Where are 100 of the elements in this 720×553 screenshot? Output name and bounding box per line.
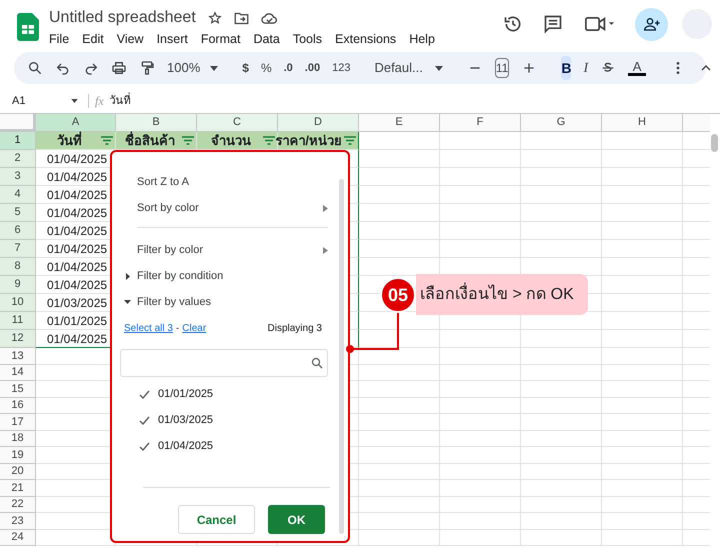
menu-item[interactable]: Sort by color	[118, 195, 328, 221]
caret-icon[interactable]	[210, 66, 218, 70]
table-cell[interactable]	[602, 132, 683, 150]
select-all-link[interactable]: Select all 3	[124, 320, 173, 336]
table-cell[interactable]	[602, 496, 683, 513]
print-icon[interactable]	[111, 60, 127, 76]
table-cell[interactable]	[440, 414, 521, 430]
table-cell[interactable]	[440, 132, 521, 150]
table-cell[interactable]	[359, 430, 440, 447]
row-number[interactable]: 1	[0, 132, 36, 150]
menu-item[interactable]: Format	[200, 31, 240, 47]
table-cell[interactable]	[359, 496, 440, 513]
table-cell[interactable]	[602, 186, 683, 204]
table-cell[interactable]	[521, 168, 602, 186]
table-cell[interactable]	[440, 530, 521, 546]
row-number[interactable]: 23	[0, 513, 36, 530]
row-number[interactable]: 10	[0, 294, 36, 312]
row-number[interactable]: 21	[0, 480, 36, 496]
table-cell[interactable]	[359, 204, 440, 222]
table-cell[interactable]	[602, 204, 683, 222]
menu-item[interactable]: Extensions	[335, 31, 396, 47]
table-cell[interactable]	[440, 398, 521, 414]
table-cell[interactable]	[602, 530, 683, 546]
menu-item[interactable]: View	[116, 31, 144, 47]
row-number[interactable]: 4	[0, 186, 36, 204]
bold-button[interactable]: B	[561, 56, 572, 80]
row-number[interactable]: 18	[0, 430, 36, 447]
row-number[interactable]: 17	[0, 414, 36, 430]
row-number[interactable]: 22	[0, 496, 36, 513]
select-all-corner[interactable]	[0, 114, 36, 132]
table-cell[interactable]	[440, 430, 521, 447]
table-cell[interactable]	[521, 348, 602, 364]
table-cell[interactable]	[440, 330, 521, 348]
table-cell[interactable]	[521, 222, 602, 240]
menu-item[interactable]: Sort Z to A	[137, 174, 189, 190]
table-cell[interactable]	[440, 348, 521, 364]
menu-item[interactable]: Help	[409, 31, 435, 47]
table-cell[interactable]	[602, 513, 683, 530]
table-cell[interactable]	[602, 294, 683, 312]
column-header[interactable]: G	[521, 114, 602, 132]
increase-decimal-button[interactable]: .00	[304, 63, 320, 73]
share-button[interactable]	[635, 8, 668, 40]
section-toggle[interactable]: Filter by condition	[118, 263, 328, 289]
row-number[interactable]: 3	[0, 168, 36, 186]
table-cell[interactable]	[602, 414, 683, 430]
column-header[interactable]	[683, 114, 710, 132]
italic-button[interactable]: I	[583, 56, 588, 80]
ok-button[interactable]: OK	[268, 505, 325, 534]
row-number[interactable]: 15	[0, 381, 36, 398]
table-cell[interactable]	[359, 381, 440, 398]
menu-item[interactable]: Data	[253, 31, 280, 47]
table-cell[interactable]	[521, 330, 602, 348]
table-cell[interactable]	[602, 398, 683, 414]
star-icon[interactable]	[208, 11, 222, 25]
table-cell[interactable]	[521, 530, 602, 546]
table-cell[interactable]	[521, 480, 602, 496]
zoom-level[interactable]: 100%	[167, 58, 200, 78]
table-cell[interactable]	[521, 381, 602, 398]
row-number[interactable]: 7	[0, 240, 36, 258]
table-cell[interactable]	[602, 364, 683, 381]
menu-item[interactable]: Tools	[292, 31, 322, 47]
name-box[interactable]: A1	[12, 92, 78, 110]
formula-input[interactable]: วันที่	[110, 92, 131, 110]
table-cell[interactable]	[602, 240, 683, 258]
table-cell[interactable]	[521, 240, 602, 258]
decrease-decimal-button[interactable]: .0	[284, 63, 293, 73]
video-camera-icon[interactable]	[585, 15, 615, 33]
clear-link[interactable]: Clear	[182, 320, 206, 336]
table-cell[interactable]	[359, 330, 440, 348]
percent-format[interactable]: %	[260, 59, 272, 77]
font-size-field[interactable]: 11	[494, 58, 510, 78]
table-cell[interactable]	[440, 150, 521, 168]
table-cell[interactable]	[602, 276, 683, 294]
table-cell[interactable]	[602, 258, 683, 276]
table-cell[interactable]	[521, 204, 602, 222]
row-number[interactable]: 11	[0, 312, 36, 330]
table-cell[interactable]	[440, 464, 521, 480]
table-cell[interactable]	[521, 513, 602, 530]
text-color-button[interactable]: A	[628, 60, 646, 76]
table-cell[interactable]	[359, 150, 440, 168]
table-cell[interactable]	[521, 464, 602, 480]
comment-icon[interactable]	[543, 14, 563, 34]
table-cell[interactable]	[521, 430, 602, 447]
table-cell[interactable]	[602, 168, 683, 186]
table-cell[interactable]	[602, 480, 683, 496]
table-cell[interactable]	[521, 132, 602, 150]
table-cell[interactable]	[521, 364, 602, 381]
row-number[interactable]: 12	[0, 330, 36, 348]
table-cell[interactable]	[359, 447, 440, 464]
folder-icon[interactable]	[234, 12, 249, 24]
number-format[interactable]: 123	[332, 60, 350, 76]
header-cell[interactable]: ราคา/หน่วย	[278, 132, 359, 150]
table-cell[interactable]	[521, 447, 602, 464]
table-cell[interactable]	[359, 480, 440, 496]
row-number[interactable]: 8	[0, 258, 36, 276]
table-cell[interactable]	[602, 330, 683, 348]
row-number[interactable]: 16	[0, 398, 36, 414]
table-cell[interactable]	[521, 414, 602, 430]
table-cell[interactable]	[440, 381, 521, 398]
table-cell[interactable]	[359, 364, 440, 381]
